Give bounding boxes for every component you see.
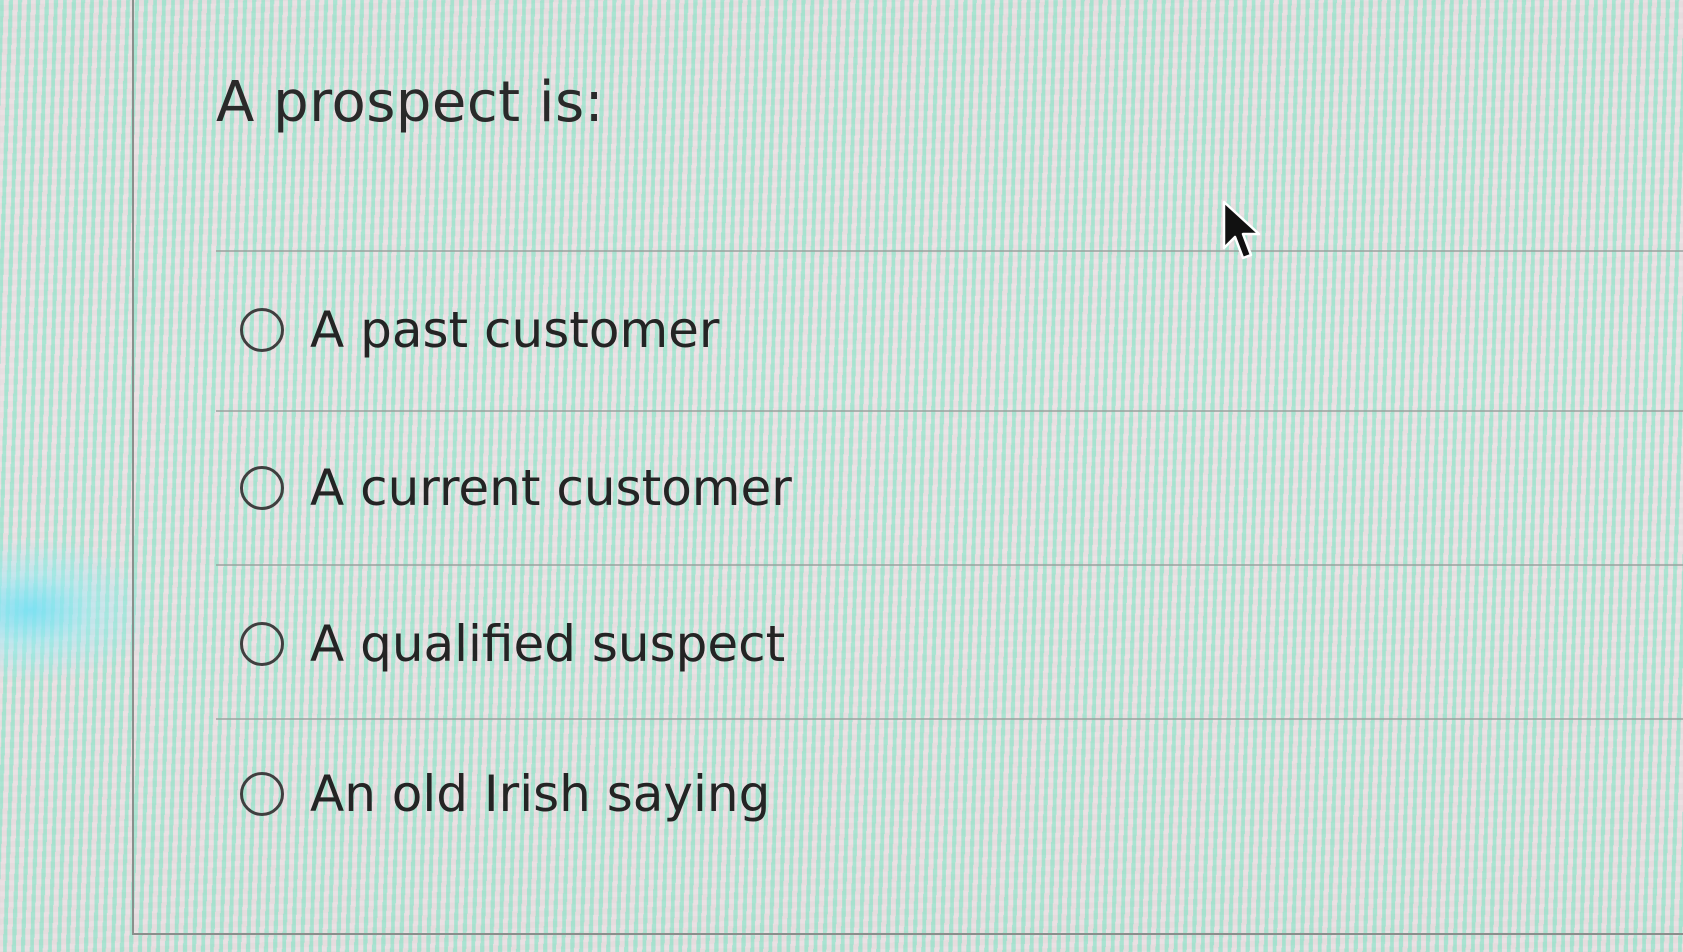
screen-glare xyxy=(0,540,150,680)
answer-option-past-customer[interactable]: A past customer xyxy=(240,298,719,362)
answer-divider xyxy=(216,250,1683,252)
answer-divider xyxy=(216,410,1683,412)
answer-option-old-irish-saying[interactable]: An old Irish saying xyxy=(240,762,770,826)
radio-button[interactable] xyxy=(240,622,284,666)
radio-button[interactable] xyxy=(240,772,284,816)
mouse-pointer-icon xyxy=(1222,200,1261,260)
answer-option-qualified-suspect[interactable]: A qualified suspect xyxy=(240,612,785,676)
answer-divider xyxy=(216,718,1683,720)
answer-divider xyxy=(216,564,1683,566)
answer-option-current-customer[interactable]: A current customer xyxy=(240,456,792,520)
answer-option-label: An old Irish saying xyxy=(310,765,771,823)
radio-button[interactable] xyxy=(240,308,284,352)
answer-option-label: A current customer xyxy=(310,459,792,517)
answer-option-label: A past customer xyxy=(310,301,720,359)
answer-option-label: A qualified suspect xyxy=(310,615,786,673)
question-text: A prospect is: xyxy=(216,70,605,135)
radio-button[interactable] xyxy=(240,466,284,510)
